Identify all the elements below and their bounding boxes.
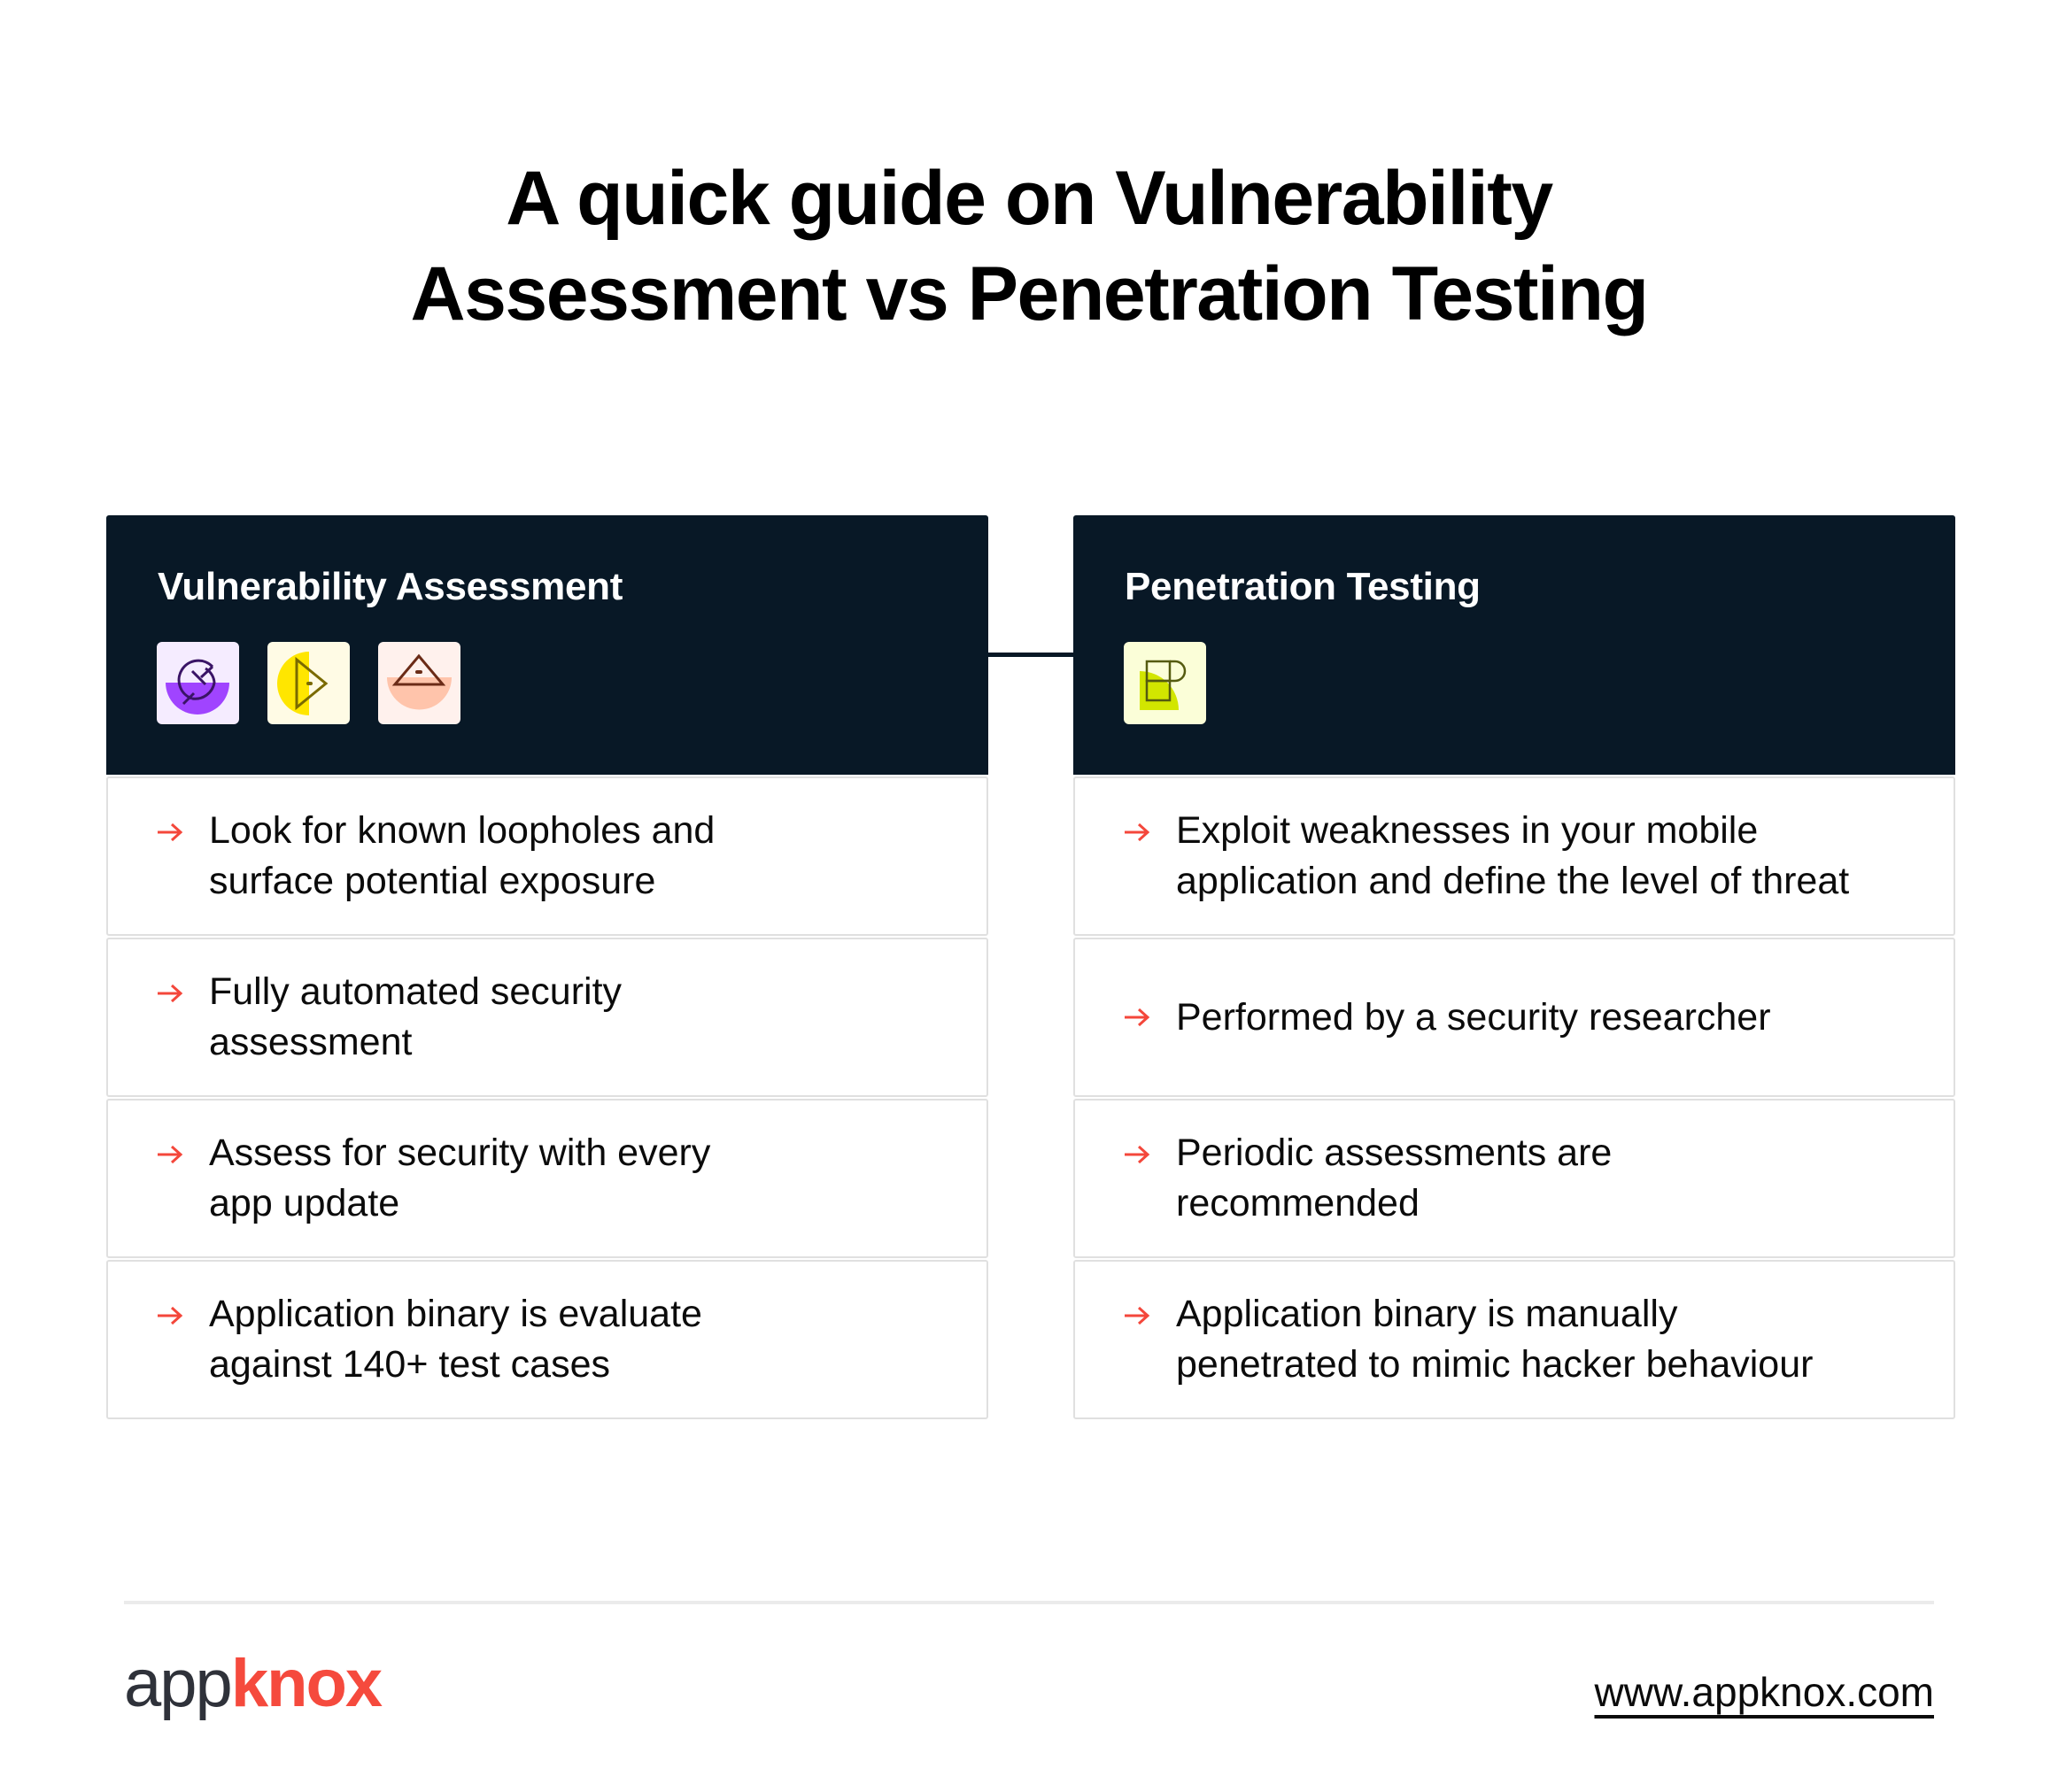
footer-divider [124, 1601, 1934, 1604]
card-header: Penetration Testing [1073, 515, 1955, 775]
icon-group [157, 642, 460, 724]
item-text-line-1: Fully automated security [209, 970, 623, 1013]
arrow-right-icon [1123, 1305, 1153, 1326]
page-title: A quick guide on Vulnerability Assessmen… [0, 151, 2058, 342]
arrow-right-icon [1123, 1007, 1153, 1028]
item-text-line-1: Assess for security with every [209, 1132, 711, 1174]
card-title: Penetration Testing [1125, 565, 1481, 608]
card-title: Vulnerability Assessment [158, 565, 623, 608]
arrow-right-icon [1123, 822, 1153, 843]
list-item: Application binary is evaluate against 14… [106, 1260, 988, 1419]
yellow-play-triangle-icon [267, 642, 350, 724]
item-text-line-1: Look for known loopholes and [209, 809, 716, 852]
card-vulnerability-assessment: Vulnerability Assessment Look for known … [106, 515, 988, 1419]
page-title-line-1: A quick guide on Vulnerability [506, 156, 1553, 241]
list-item: Exploit weaknesses in your mobile applica… [1073, 776, 1955, 936]
arrow-right-icon [1123, 1144, 1153, 1165]
item-text-line-2: application and define the level of thre… [1176, 860, 1850, 902]
logo-text-app: app [124, 1646, 233, 1721]
item-text-line-1: Periodic assessments are [1176, 1132, 1613, 1174]
peach-pyramid-eye-icon [378, 642, 460, 724]
item-text-line-2: surface potential exposure [209, 860, 656, 902]
logo-text-knox: knox [230, 1646, 383, 1721]
card-header: Vulnerability Assessment [106, 515, 988, 775]
item-text-line-2: recommended [1176, 1182, 1420, 1224]
purple-s-circle-icon [157, 642, 239, 724]
card-penetration-testing: Penetration Testing Exploit weaknesses i… [1073, 515, 1955, 1419]
lime-p-blocks-icon [1124, 642, 1206, 724]
icon-group [1124, 642, 1206, 724]
arrow-right-icon [156, 983, 186, 1004]
item-text-line-1: Exploit weaknesses in your mobile [1176, 809, 1759, 852]
page-title-line-2: Assessment vs Penetration Testing [410, 251, 1649, 336]
arrow-right-icon [156, 1144, 186, 1165]
list-item: Fully automated security assessment [106, 938, 988, 1097]
item-text-line-1: Performed by a security researcher [1176, 995, 1771, 1039]
list-item: Application binary is manually penetrated… [1073, 1260, 1955, 1419]
item-text-line-2: against 140+ test cases [209, 1343, 610, 1386]
item-text-line-2: assessment [209, 1021, 413, 1063]
item-list: Exploit weaknesses in your mobile applica… [1073, 776, 1955, 1419]
card-connector-line [988, 653, 1073, 657]
list-item: Periodic assessments are recommended [1073, 1099, 1955, 1258]
item-text-line-1: Application binary is evaluate [209, 1293, 702, 1335]
website-link[interactable]: www.appknox.com [1595, 1668, 1935, 1716]
item-text-line-2: penetrated to mimic hacker behaviour [1176, 1343, 1814, 1386]
list-item: Assess for security with every app update [106, 1099, 988, 1258]
arrow-right-icon [156, 1305, 186, 1326]
item-text-line-1: Application binary is manually [1176, 1293, 1678, 1335]
list-item: Performed by a security researcher [1073, 938, 1955, 1097]
list-item: Look for known loopholes and surface pote… [106, 776, 988, 936]
arrow-right-icon [156, 822, 186, 843]
item-list: Look for known loopholes and surface pote… [106, 776, 988, 1419]
appknox-logo[interactable]: appknox [124, 1646, 383, 1721]
item-text-line-2: app update [209, 1182, 400, 1224]
